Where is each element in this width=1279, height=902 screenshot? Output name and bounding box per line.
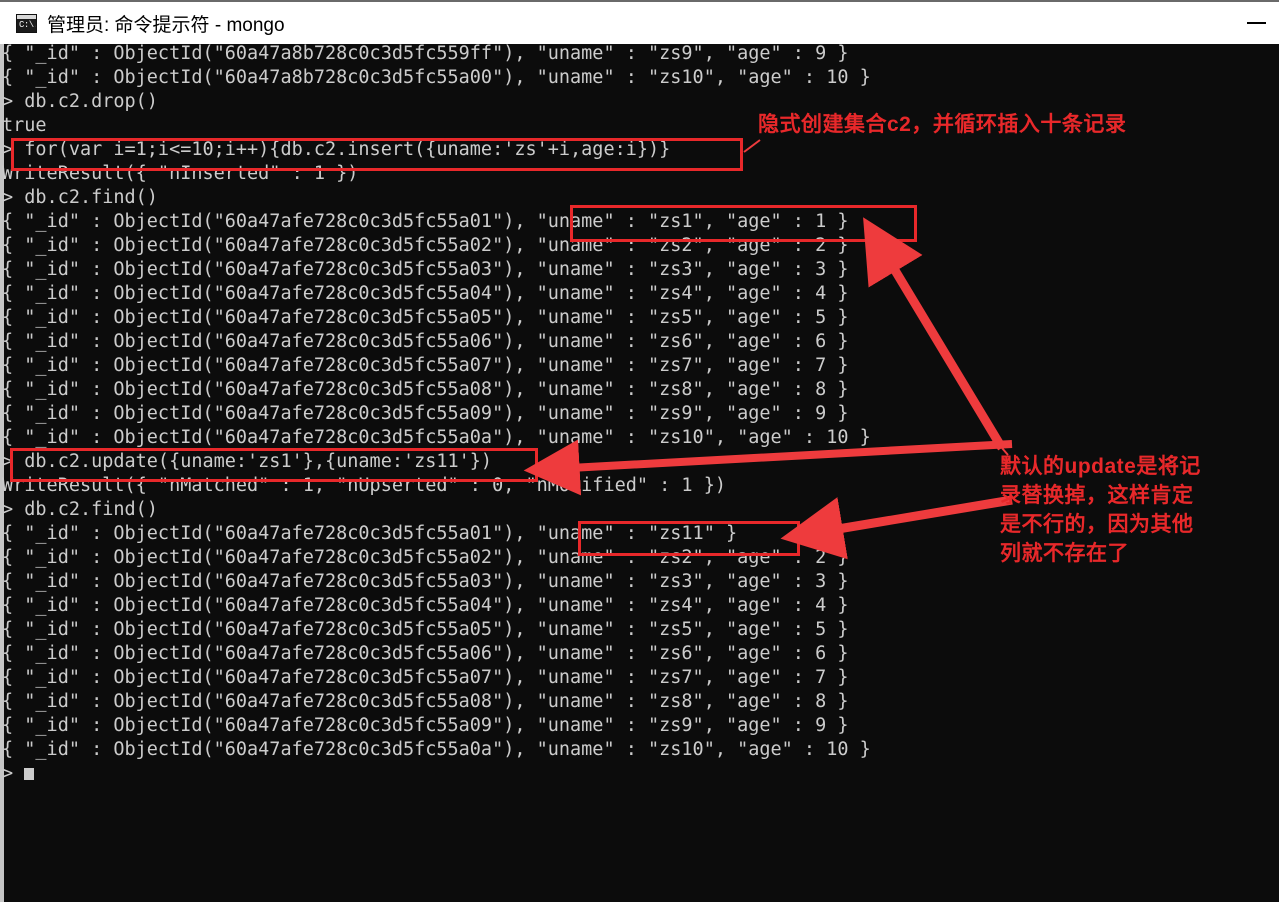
console-line: { "_id" : ObjectId("60a47afe728c0c3d5fc5… — [2, 355, 849, 376]
console-line: { "_id" : ObjectId("60a47afe728c0c3d5fc5… — [2, 691, 849, 712]
window-title: 管理员: 命令提示符 - mongo — [47, 14, 285, 36]
console-line: > db.c2.drop() — [2, 91, 158, 112]
console-line: > db.c2.update({uname:'zs1'},{uname:'zs1… — [2, 451, 493, 472]
console-line: { "_id" : ObjectId("60a47afe728c0c3d5fc5… — [2, 667, 849, 688]
console-line: { "_id" : ObjectId("60a47afe728c0c3d5fc5… — [2, 571, 849, 592]
console-line: { "_id" : ObjectId("60a47afe728c0c3d5fc5… — [2, 523, 738, 544]
console-line: { "_id" : ObjectId("60a47afe728c0c3d5fc5… — [2, 307, 849, 328]
console-line: { "_id" : ObjectId("60a47afe728c0c3d5fc5… — [2, 211, 849, 232]
console-line: true — [2, 115, 47, 136]
console-line: { "_id" : ObjectId("60a47afe728c0c3d5fc5… — [2, 547, 849, 568]
console-line: { "_id" : ObjectId("60a47afe728c0c3d5fc5… — [2, 643, 849, 664]
console-line: > db.c2.find() — [2, 499, 158, 520]
console-line: { "_id" : ObjectId("60a47a8b728c0c3d5fc5… — [2, 67, 871, 88]
console-line: { "_id" : ObjectId("60a47a8b728c0c3d5fc5… — [2, 44, 849, 64]
terminal-text: { "_id" : ObjectId("60a47a8b728c0c3d5fc5… — [0, 44, 1279, 786]
console-line: { "_id" : ObjectId("60a47afe728c0c3d5fc5… — [2, 331, 849, 352]
cmd-icon-topbar — [17, 14, 36, 19]
console-line: WriteResult({ "nMatched" : 1, "nUpserted… — [2, 475, 726, 496]
cmd-icon-glyph: C:\. — [19, 19, 37, 30]
minimize-icon — [1246, 22, 1266, 24]
console-line: > db.c2.find() — [2, 187, 158, 208]
console-line: > for(var i=1;i<=10;i++){db.c2.insert({u… — [2, 139, 671, 160]
console-line: { "_id" : ObjectId("60a47afe728c0c3d5fc5… — [2, 235, 849, 256]
console-line: { "_id" : ObjectId("60a47afe728c0c3d5fc5… — [2, 379, 849, 400]
console-prompt-line: > — [0, 762, 1279, 786]
console-line: { "_id" : ObjectId("60a47afe728c0c3d5fc5… — [2, 283, 849, 304]
minimize-button[interactable] — [1233, 2, 1279, 44]
title-bar[interactable]: C:\. 管理员: 命令提示符 - mongo — [0, 0, 1279, 44]
console-line: { "_id" : ObjectId("60a47afe728c0c3d5fc5… — [2, 619, 849, 640]
console-line: { "_id" : ObjectId("60a47afe728c0c3d5fc5… — [2, 715, 849, 736]
console-line: { "_id" : ObjectId("60a47afe728c0c3d5fc5… — [2, 595, 849, 616]
console-window: C:\. 管理员: 命令提示符 - mongo { "_id" : Object… — [0, 0, 1279, 902]
cmd-icon: C:\. — [16, 13, 37, 33]
console-line: { "_id" : ObjectId("60a47afe728c0c3d5fc5… — [2, 259, 849, 280]
console-line: WriteResult({ "nInserted" : 1 }) — [2, 163, 359, 184]
console-output-area[interactable]: { "_id" : ObjectId("60a47a8b728c0c3d5fc5… — [0, 44, 1279, 902]
window-controls — [1233, 1, 1279, 45]
console-cursor — [24, 768, 35, 780]
console-line: { "_id" : ObjectId("60a47afe728c0c3d5fc5… — [2, 739, 871, 760]
console-line: { "_id" : ObjectId("60a47afe728c0c3d5fc5… — [2, 427, 871, 448]
console-line: { "_id" : ObjectId("60a47afe728c0c3d5fc5… — [2, 403, 849, 424]
